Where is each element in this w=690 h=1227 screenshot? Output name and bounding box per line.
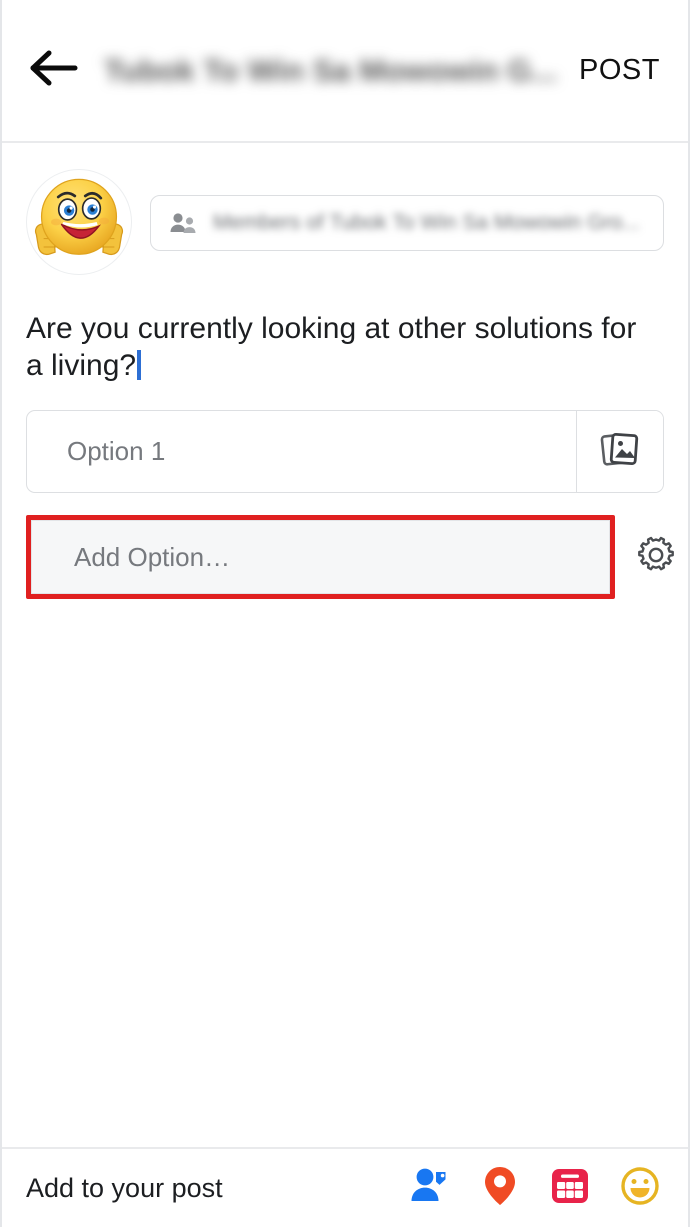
emoji-smiley-icon [618, 1164, 662, 1213]
composer-body: Members of Tubok To Win Sa Mowowin Gro..… [2, 143, 688, 1147]
identity-row: Members of Tubok To Win Sa Mowowin Gro..… [26, 143, 664, 275]
audience-selector[interactable]: Members of Tubok To Win Sa Mowowin Gro..… [150, 195, 664, 251]
feeling-activity-button[interactable] [616, 1164, 664, 1212]
add-option-placeholder: Add Option… [74, 541, 231, 572]
post-text-value: Are you currently looking at other solut… [26, 312, 637, 382]
add-to-post-actions [406, 1164, 664, 1212]
option-1-image-button[interactable] [576, 411, 663, 493]
add-option-input[interactable]: Add Option… [31, 520, 610, 595]
arrow-left-icon [30, 48, 78, 93]
text-caret [137, 349, 142, 380]
post-button[interactable]: POST [575, 48, 664, 93]
tag-people-icon [408, 1164, 452, 1213]
location-button[interactable] [476, 1164, 524, 1212]
audience-selector-wrap: Members of Tubok To Win Sa Mowowin Gro..… [150, 195, 664, 251]
back-button[interactable] [26, 43, 82, 99]
audience-label: Members of Tubok To Win Sa Mowowin Gro..… [213, 211, 640, 234]
gif-grid-icon [548, 1164, 592, 1213]
option-1-input[interactable]: Option 1 [26, 410, 664, 494]
friends-group-icon [169, 212, 199, 234]
post-text-area[interactable]: Are you currently looking at other solut… [26, 311, 664, 384]
poll-settings-button[interactable] [628, 529, 684, 585]
smiley-thumbs-up-avatar-icon [27, 170, 131, 274]
tag-people-button[interactable] [406, 1164, 454, 1212]
poll-option-row: Option 1 [26, 410, 664, 494]
photo-stack-icon [597, 426, 643, 477]
add-to-post-label: Add to your post [26, 1172, 223, 1203]
location-pin-icon [480, 1164, 520, 1213]
avatar[interactable] [26, 169, 132, 275]
page-title: Tubok To Win Sa Mowowin G... [104, 52, 558, 88]
poll-options-list: Option 1 Add Option… [26, 410, 674, 600]
option-1-placeholder: Option 1 [67, 436, 166, 467]
add-option-row: Add Option… [26, 515, 674, 600]
add-to-post-bar: Add to your post [2, 1147, 688, 1227]
header-bar: Tubok To Win Sa Mowowin G... POST [2, 0, 688, 143]
post-composer-screen: Tubok To Win Sa Mowowin G... POST Member… [0, 0, 690, 1227]
gear-icon [634, 533, 678, 582]
gif-button[interactable] [546, 1164, 594, 1212]
add-option-highlight-box: Add Option… [26, 515, 615, 600]
